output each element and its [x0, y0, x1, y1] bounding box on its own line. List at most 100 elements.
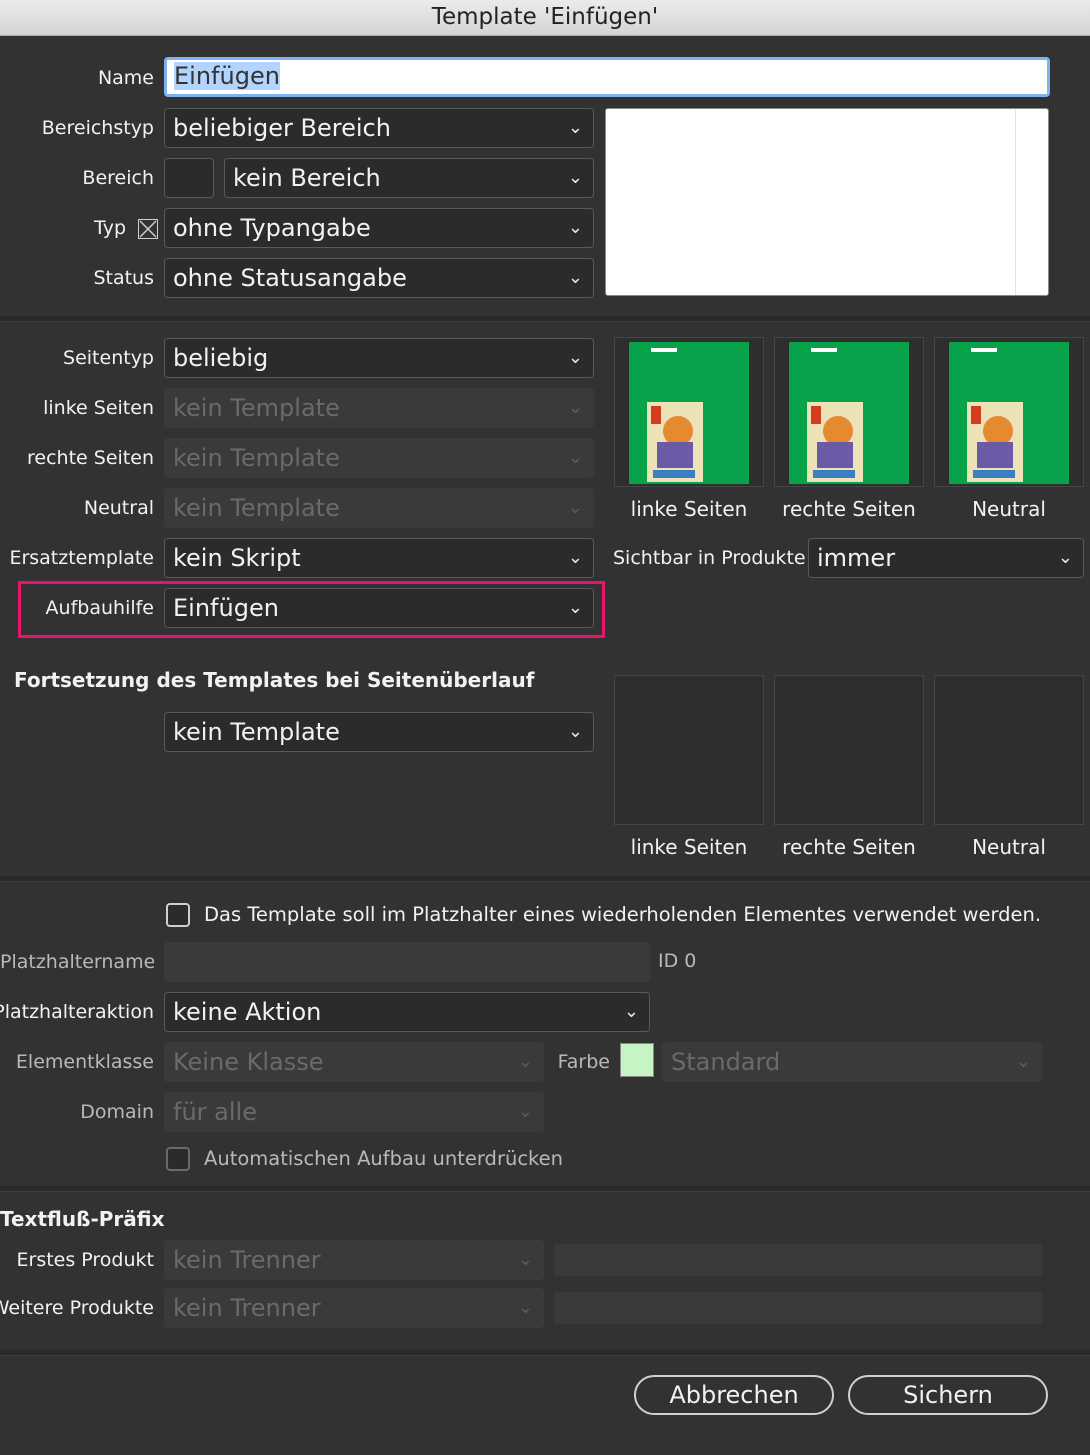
thumbnail-neutral[interactable]: [934, 337, 1084, 487]
overflow-thumbnail-linke[interactable]: [614, 675, 764, 825]
textarea-scrollbar-divider: [1015, 109, 1016, 295]
elementklasse-dropdown[interactable]: Keine Klasse ⌄: [164, 1042, 544, 1082]
description-textarea[interactable]: [605, 108, 1049, 296]
platzhaltername-label: Platzhaltername: [0, 951, 154, 973]
preview-shape: [971, 406, 981, 424]
farbe-swatch[interactable]: [620, 1043, 654, 1077]
chevron-down-icon: ⌄: [567, 547, 583, 568]
chevron-down-icon: ⌄: [517, 1249, 533, 1270]
linke-seiten-dropdown[interactable]: kein Template ⌄: [164, 388, 594, 428]
ersatztemplate-value: kein Skript: [173, 544, 301, 572]
chevron-down-icon: ⌄: [567, 721, 583, 742]
erstes-produkt-label: Erstes Produkt: [16, 1249, 155, 1271]
bereichstyp-dropdown[interactable]: beliebiger Bereich ⌄: [164, 108, 594, 148]
overflow-template-value: kein Template: [173, 718, 340, 746]
seitentyp-dropdown[interactable]: beliebig ⌄: [164, 338, 594, 378]
domain-value: für alle: [173, 1098, 257, 1126]
weitere-produkte-label: Weitere Produkte: [0, 1297, 154, 1319]
platzhalteraktion-label: Platzhalteraktion: [0, 1001, 154, 1023]
chevron-down-icon: ⌄: [567, 167, 583, 188]
template-preview-image: [949, 342, 1069, 484]
thumbnail-caption: rechte Seiten: [782, 497, 916, 521]
chevron-down-icon: ⌄: [517, 1101, 533, 1122]
erstes-produkt-value: kein Trenner: [173, 1246, 321, 1274]
typ-cross-checkbox[interactable]: [138, 219, 158, 239]
typ-label: Typ: [94, 217, 126, 239]
seitentyp-label: Seitentyp: [63, 347, 154, 369]
bereichstyp-label: Bereichstyp: [41, 117, 154, 139]
overflow-thumbnail-rechte[interactable]: [774, 675, 924, 825]
chevron-down-icon: ⌄: [567, 447, 583, 468]
farbe-value: Standard: [671, 1048, 781, 1076]
section-divider: [0, 1186, 1090, 1192]
typ-dropdown[interactable]: ohne Typangabe ⌄: [164, 208, 594, 248]
cancel-button[interactable]: Abbrechen: [634, 1375, 834, 1415]
bereich-id-field[interactable]: [164, 158, 214, 198]
preview-logo: [651, 348, 677, 352]
weitere-produkte-dropdown[interactable]: kein Trenner ⌄: [164, 1288, 544, 1328]
auto-aufbau-checkbox[interactable]: [166, 1147, 190, 1171]
template-preview-image: [629, 342, 749, 484]
status-label: Status: [93, 267, 154, 289]
thumbnail-caption: rechte Seiten: [782, 835, 916, 859]
auto-aufbau-label: Automatischen Aufbau unterdrücken: [204, 1147, 563, 1170]
aufbauhilfe-dropdown[interactable]: Einfügen ⌄: [164, 588, 594, 628]
thumbnail-caption: Neutral: [972, 497, 1046, 521]
overflow-heading: Fortsetzung des Templates bei Seitenüber…: [14, 668, 535, 692]
ersatztemplate-dropdown[interactable]: kein Skript ⌄: [164, 538, 594, 578]
neutral-dropdown[interactable]: kein Template ⌄: [164, 488, 594, 528]
name-input[interactable]: Einfügen: [164, 57, 1050, 97]
preview-artwork: [647, 402, 703, 482]
weitere-produkte-value: kein Trenner: [173, 1294, 321, 1322]
chevron-down-icon: ⌄: [567, 117, 583, 138]
farbe-dropdown[interactable]: Standard ⌄: [662, 1042, 1042, 1082]
preview-shape: [651, 406, 661, 424]
preview-artwork: [967, 402, 1023, 482]
template-preview-image: [789, 342, 909, 484]
sichtbar-dropdown[interactable]: immer ⌄: [808, 538, 1084, 578]
rechte-seiten-dropdown[interactable]: kein Template ⌄: [164, 438, 594, 478]
repeating-element-checkbox[interactable]: [166, 903, 190, 927]
chevron-down-icon: ⌄: [517, 1297, 533, 1318]
erstes-produkt-input[interactable]: [554, 1244, 1042, 1276]
farbe-label: Farbe: [557, 1051, 610, 1073]
neutral-value: kein Template: [173, 494, 340, 522]
chevron-down-icon: ⌄: [1057, 547, 1073, 568]
section-divider: [0, 1350, 1090, 1356]
platzhaltername-input[interactable]: [164, 942, 650, 982]
repeating-element-label: Das Template soll im Platzhalter eines w…: [204, 903, 1042, 926]
sichtbar-value: immer: [817, 544, 896, 572]
rechte-seiten-value: kein Template: [173, 444, 340, 472]
preview-shape: [817, 442, 853, 468]
ersatztemplate-label: Ersatztemplate: [9, 547, 154, 569]
linke-seiten-label: linke Seiten: [43, 397, 154, 419]
status-value: ohne Statusangabe: [173, 264, 407, 292]
aufbauhilfe-value: Einfügen: [173, 594, 279, 622]
preview-shape: [811, 406, 821, 424]
thumbnail-caption: linke Seiten: [630, 497, 748, 521]
window-title: Template 'Einfügen': [0, 0, 1090, 36]
placeholder-id-text: ID 0: [658, 950, 697, 972]
overflow-thumbnail-neutral[interactable]: [934, 675, 1084, 825]
textflow-heading: Textfluß-Präfix: [0, 1207, 165, 1231]
preview-shape: [653, 470, 695, 478]
save-button[interactable]: Sichern: [848, 1375, 1048, 1415]
thumbnail-rechte-seiten[interactable]: [774, 337, 924, 487]
erstes-produkt-dropdown[interactable]: kein Trenner ⌄: [164, 1240, 544, 1280]
preview-logo: [811, 348, 837, 352]
domain-dropdown[interactable]: für alle ⌄: [164, 1092, 544, 1132]
status-dropdown[interactable]: ohne Statusangabe ⌄: [164, 258, 594, 298]
bereich-value: kein Bereich: [233, 164, 381, 192]
elementklasse-label: Elementklasse: [15, 1051, 154, 1073]
platzhalteraktion-dropdown[interactable]: keine Aktion ⌄: [164, 992, 650, 1032]
weitere-produkte-input[interactable]: [554, 1292, 1042, 1324]
preview-artwork: [807, 402, 863, 482]
chevron-down-icon: ⌄: [567, 217, 583, 238]
bereich-dropdown[interactable]: kein Bereich ⌄: [224, 158, 594, 198]
section-divider: [0, 316, 1090, 322]
thumbnail-linke-seiten[interactable]: [614, 337, 764, 487]
overflow-template-dropdown[interactable]: kein Template ⌄: [164, 712, 594, 752]
chevron-down-icon: ⌄: [1015, 1051, 1031, 1072]
cross-icon: [139, 220, 157, 238]
bereichstyp-value: beliebiger Bereich: [173, 114, 391, 142]
